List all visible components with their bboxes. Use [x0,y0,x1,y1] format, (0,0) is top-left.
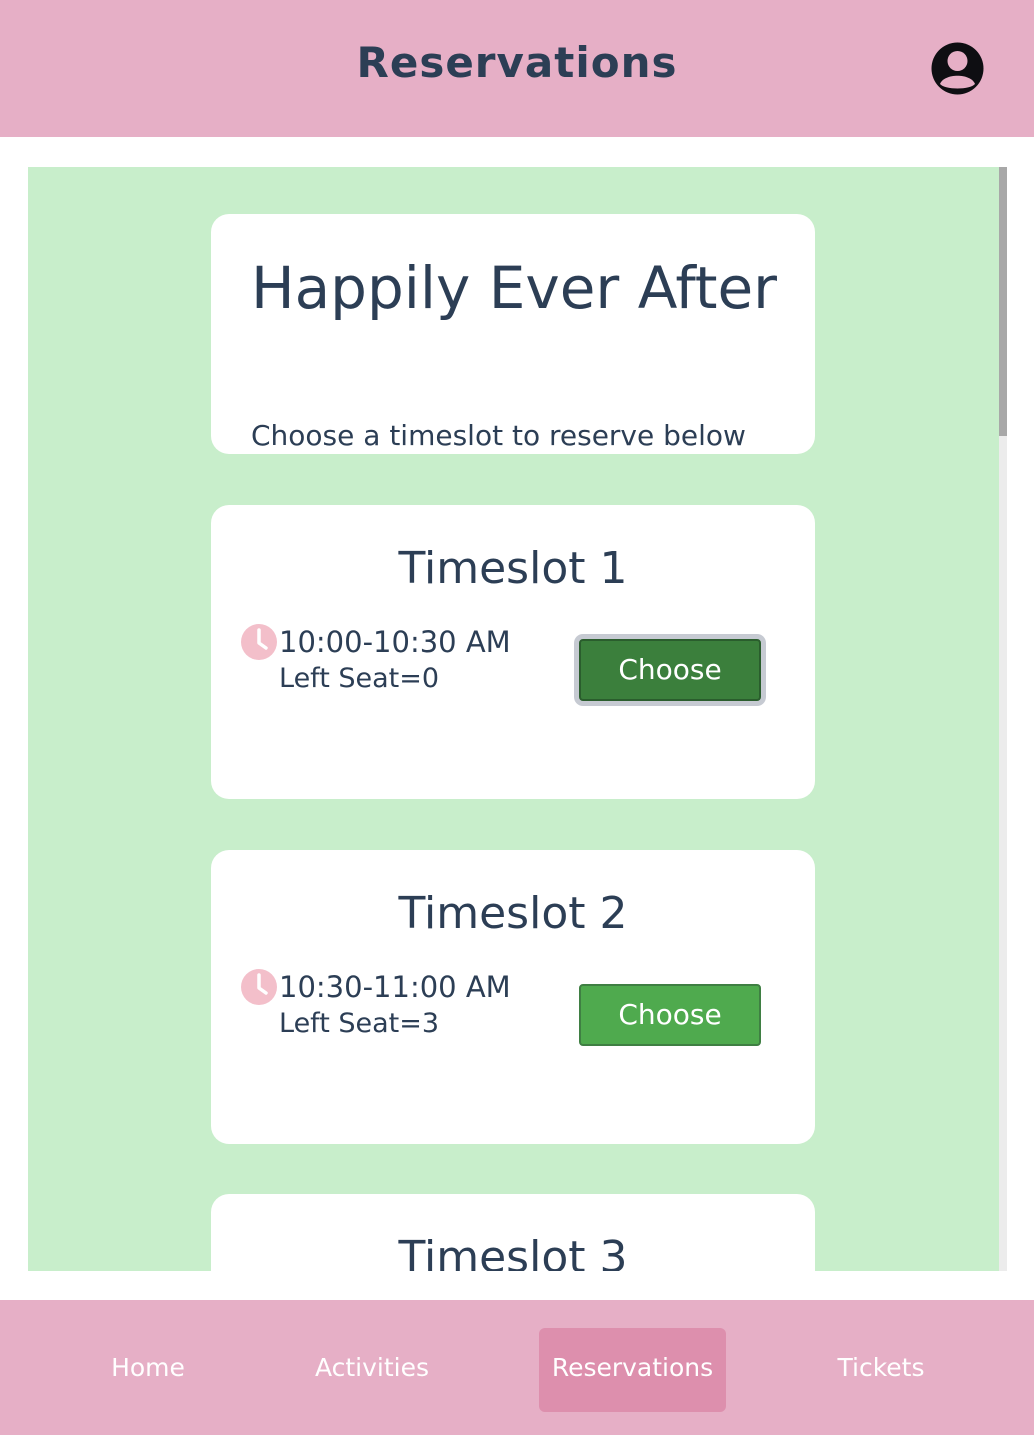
scrollbar-thumb[interactable] [999,167,1007,436]
timeslot-title: Timeslot 1 [398,543,628,594]
timeslot-card: Timeslot 2 10:30-11:00 AM Left Seat=3 Ch… [211,850,815,1144]
user-circle-icon[interactable] [929,40,986,97]
timeslot-card: Timeslot 3 [211,1194,815,1271]
nav-item-reservations[interactable]: Reservations [539,1328,726,1412]
timeslot-card: Timeslot 1 10:00-10:30 AM Left Seat=0 Ch… [211,505,815,799]
scrollbar[interactable] [999,167,1007,1271]
timeslot-time: 10:00-10:30 AM [279,625,511,659]
nav-item-home[interactable]: Home [88,1328,208,1412]
content-area: Happily Ever After Choose a timeslot to … [28,167,999,1271]
timeslot-title: Timeslot 2 [398,888,628,939]
timeslot-time: 10:30-11:00 AM [279,970,511,1004]
nav-item-tickets[interactable]: Tickets [821,1328,941,1412]
timeslot-seats: Left Seat=3 [279,1008,440,1039]
top-header: Reservations [0,0,1034,137]
bottom-nav: Home Activities Reservations Tickets [0,1300,1034,1435]
event-title: Happily Ever After [251,254,777,322]
choose-button[interactable]: Choose [579,639,761,701]
clock-icon [241,969,277,1005]
timeslot-seats: Left Seat=0 [279,663,440,694]
page-title: Reservations [356,38,678,87]
timeslot-title: Timeslot 3 [398,1232,628,1271]
choose-button[interactable]: Choose [579,984,761,1046]
event-subtitle: Choose a timeslot to reserve below [251,419,746,452]
nav-item-activities[interactable]: Activities [302,1328,442,1412]
clock-icon [241,624,277,660]
event-header-card: Happily Ever After Choose a timeslot to … [211,214,815,454]
